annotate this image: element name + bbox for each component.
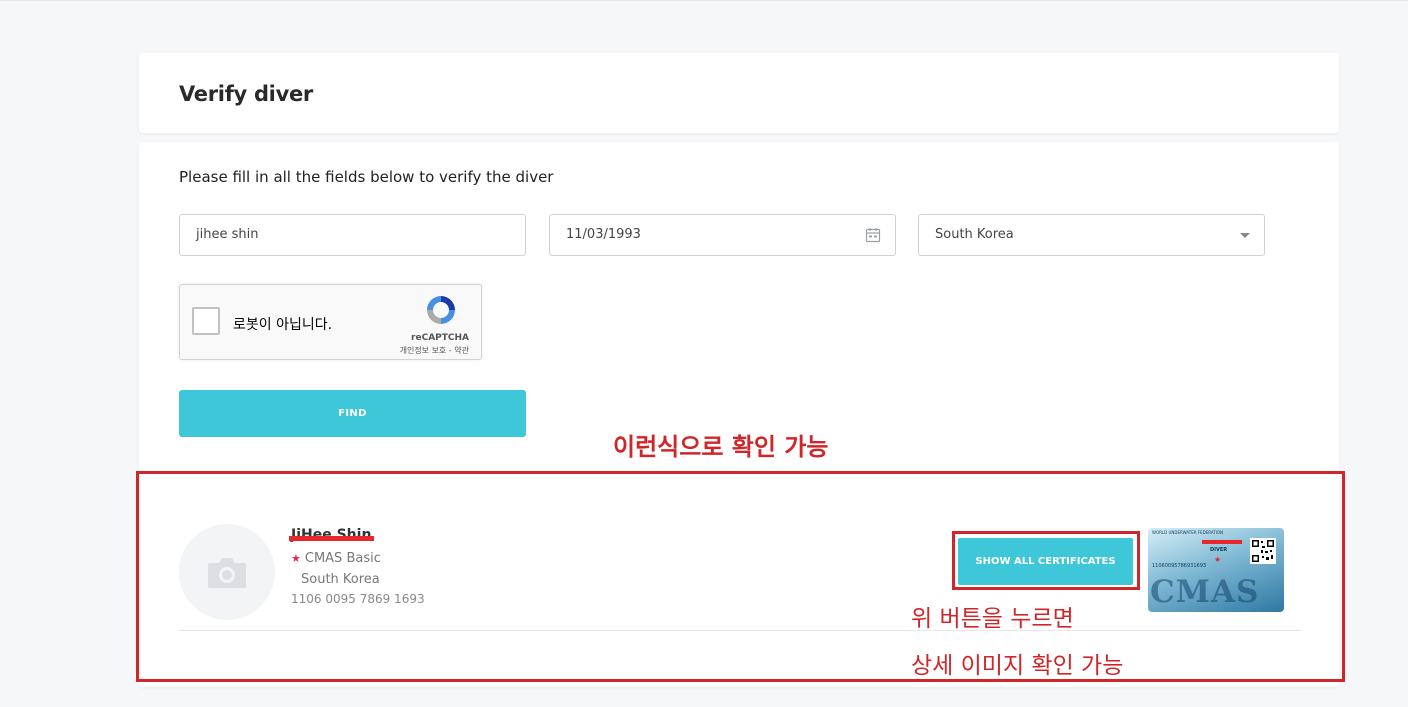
recaptcha-privacy-terms[interactable]: 개인정보 보호 - 약관 bbox=[400, 345, 469, 356]
name-input-value: jihee shin bbox=[196, 227, 259, 242]
calendar-icon[interactable] bbox=[865, 227, 881, 243]
country-select[interactable]: South Korea bbox=[918, 214, 1265, 256]
recaptcha-widget: 로봇이 아닙니다. reCAPTCHA 개인정보 보호 - 약관 bbox=[179, 284, 482, 360]
recaptcha-logo-icon bbox=[427, 296, 455, 324]
result-highlight-box bbox=[136, 471, 1345, 682]
annotation-check-note: 이런식으로 확인 가능 bbox=[613, 433, 829, 461]
name-input[interactable]: jihee shin bbox=[179, 214, 526, 256]
recaptcha-checkbox[interactable] bbox=[192, 307, 220, 335]
top-divider bbox=[0, 0, 1408, 1]
recaptcha-brand: reCAPTCHA bbox=[411, 333, 469, 343]
title-card: Verify diver bbox=[139, 53, 1339, 133]
page-title: Verify diver bbox=[179, 82, 313, 106]
recaptcha-label: 로봇이 아닙니다. bbox=[233, 317, 333, 333]
birthdate-input-value: 11/03/1993 bbox=[566, 227, 641, 242]
form-instructions: Please fill in all the fields below to v… bbox=[179, 168, 554, 186]
country-select-value: South Korea bbox=[935, 227, 1014, 242]
chevron-down-icon bbox=[1240, 233, 1250, 238]
find-button[interactable]: FIND bbox=[179, 390, 526, 437]
birthdate-input[interactable]: 11/03/1993 bbox=[549, 214, 896, 256]
